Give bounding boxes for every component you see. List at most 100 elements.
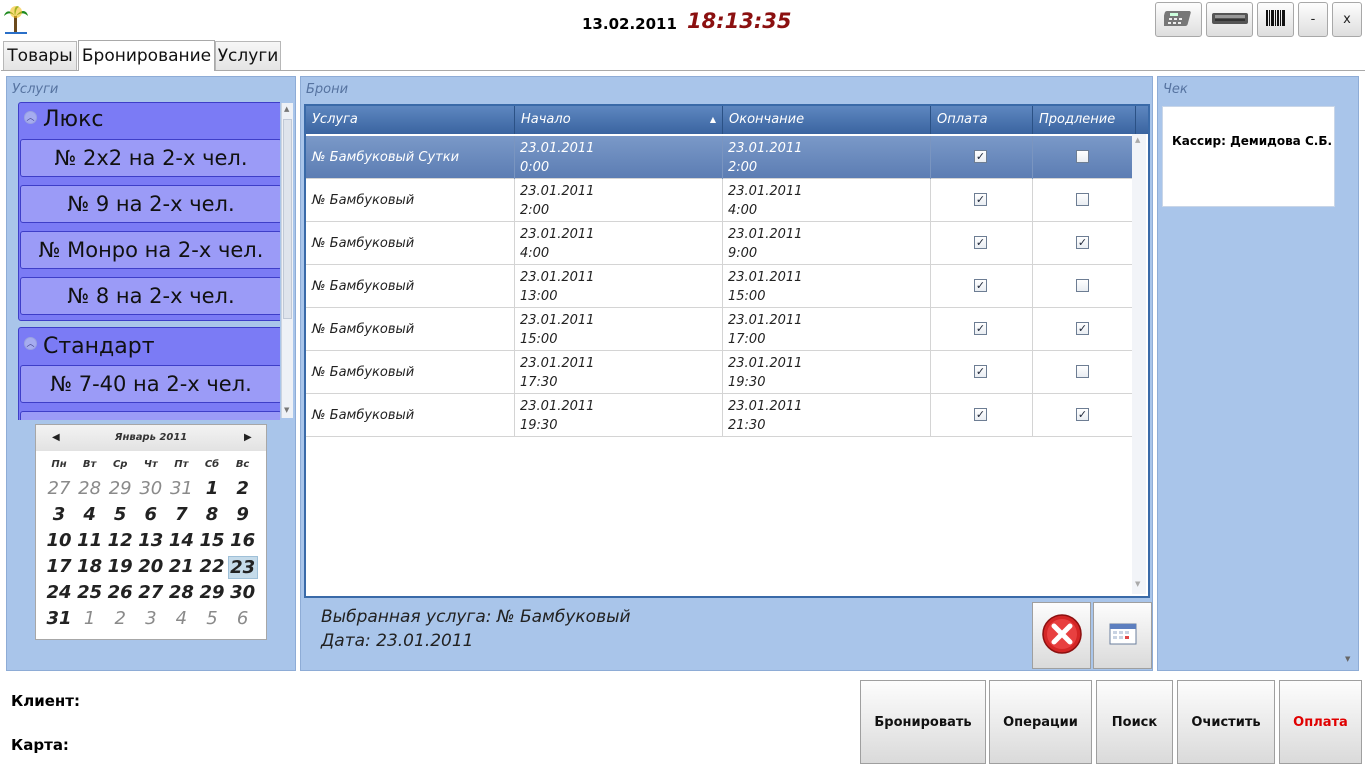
extended-checkbox[interactable] xyxy=(1076,279,1089,292)
service-item[interactable]: № 9 на 2-х чел. xyxy=(20,185,280,223)
next-month-icon[interactable]: ▶ xyxy=(244,432,252,443)
chevron-up-icon[interactable]: ︿ xyxy=(24,111,37,124)
operations-button[interactable]: Операции xyxy=(989,680,1092,764)
calendar-day[interactable]: 10 xyxy=(44,530,74,551)
calendar-day[interactable]: 4 xyxy=(166,608,196,629)
column-header-end[interactable]: Окончание xyxy=(723,106,931,134)
calendar-day[interactable]: 21 xyxy=(166,556,196,577)
tab-services[interactable]: Услуги xyxy=(215,41,281,70)
calendar-day[interactable]: 18 xyxy=(75,556,105,577)
calendar-day[interactable]: 6 xyxy=(136,504,166,525)
calendar-day[interactable]: 15 xyxy=(197,530,227,551)
extended-checkbox[interactable] xyxy=(1076,193,1089,206)
book-button[interactable]: Бронировать xyxy=(860,680,986,764)
table-row[interactable]: № Бамбуковый Сутки 23.01.2011 0:00 23.01.20… xyxy=(306,136,1136,179)
calendar-day[interactable]: 31 xyxy=(44,608,74,629)
column-header-start[interactable]: Начало ▲ xyxy=(515,106,723,134)
calendar-day[interactable]: 4 xyxy=(75,504,105,525)
extended-checkbox[interactable]: ✓ xyxy=(1076,236,1089,249)
calendar-day[interactable]: 7 xyxy=(166,504,196,525)
barcode-button[interactable] xyxy=(1257,2,1294,37)
calendar-day[interactable]: 1 xyxy=(197,478,227,499)
calendar-day[interactable]: 27 xyxy=(44,478,74,499)
calendar-day[interactable]: 9 xyxy=(228,504,258,525)
calendar-day[interactable]: 17 xyxy=(44,556,74,577)
service-item[interactable]: № Монро на 2-х чел. xyxy=(20,231,280,269)
close-button[interactable]: x xyxy=(1332,2,1362,37)
service-item[interactable]: № 7-40 на 2-х чел. xyxy=(20,365,280,403)
calendar-day[interactable]: 6 xyxy=(228,608,258,629)
column-header-paid[interactable]: Оплата xyxy=(931,106,1033,134)
calendar-day[interactable]: 24 xyxy=(44,582,74,603)
calendar-day[interactable]: 30 xyxy=(136,478,166,499)
calendar-day[interactable]: 20 xyxy=(136,556,166,577)
calendar-day[interactable]: 2 xyxy=(105,608,135,629)
service-item[interactable]: № 8 на 2-х чел. xyxy=(20,277,280,315)
calculator-button[interactable] xyxy=(1155,2,1202,37)
calendar-day[interactable]: 28 xyxy=(75,478,105,499)
calendar-day[interactable]: 16 xyxy=(228,530,258,551)
paid-checkbox[interactable]: ✓ xyxy=(974,150,987,163)
calendar-day[interactable]: 29 xyxy=(197,582,227,603)
calendar-day[interactable]: 12 xyxy=(105,530,135,551)
scroll-down-icon[interactable]: ▼ xyxy=(1345,655,1350,663)
tab-goods[interactable]: Товары xyxy=(3,41,77,70)
table-row[interactable]: № Бамбуковый 23.01.2011 2:00 23.01.2011 4:00… xyxy=(306,179,1136,222)
calendar-day[interactable]: 28 xyxy=(166,582,196,603)
calendar-day[interactable]: 3 xyxy=(44,504,74,525)
calendar-button[interactable] xyxy=(1093,602,1152,669)
calendar-day[interactable]: 5 xyxy=(105,504,135,525)
extended-checkbox[interactable]: ✓ xyxy=(1076,408,1089,421)
search-button[interactable]: Поиск xyxy=(1096,680,1173,764)
calendar-day[interactable]: 5 xyxy=(197,608,227,629)
services-scrollbar[interactable]: ▲ ▼ xyxy=(281,103,293,418)
calendar-day[interactable]: 26 xyxy=(105,582,135,603)
calendar-day[interactable]: 8 xyxy=(197,504,227,525)
extended-checkbox[interactable] xyxy=(1076,150,1089,163)
calendar-day[interactable]: 11 xyxy=(75,530,105,551)
calendar-day[interactable]: 22 xyxy=(197,556,227,577)
table-row[interactable]: № Бамбуковый 23.01.2011 13:00 23.01.2011 15:… xyxy=(306,265,1136,308)
scanner-button[interactable] xyxy=(1206,2,1253,37)
cell-extended xyxy=(1033,265,1136,308)
table-row[interactable]: № Бамбуковый 23.01.2011 15:00 23.01.2011 17:… xyxy=(306,308,1136,351)
calendar-day[interactable]: 23 xyxy=(227,556,258,579)
calendar-day[interactable]: 2 xyxy=(228,478,258,499)
paid-checkbox[interactable]: ✓ xyxy=(974,279,987,292)
table-row[interactable]: № Бамбуковый 23.01.2011 17:30 23.01.2011 19:… xyxy=(306,351,1136,394)
clear-button[interactable]: Очистить xyxy=(1177,680,1275,764)
cell-end-date: 23.01.2011 xyxy=(728,141,803,156)
paid-checkbox[interactable]: ✓ xyxy=(974,322,987,335)
paid-checkbox[interactable]: ✓ xyxy=(974,365,987,378)
calendar-day[interactable]: 19 xyxy=(105,556,135,577)
delete-booking-button[interactable] xyxy=(1032,602,1091,669)
paid-checkbox[interactable]: ✓ xyxy=(974,236,987,249)
minimize-button[interactable]: - xyxy=(1298,2,1328,37)
extended-checkbox[interactable]: ✓ xyxy=(1076,322,1089,335)
calendar-day[interactable]: 3 xyxy=(136,608,166,629)
tab-booking[interactable]: Бронирование xyxy=(78,40,215,71)
pay-button[interactable]: Оплата xyxy=(1279,680,1362,764)
calendar-day[interactable]: 14 xyxy=(166,530,196,551)
column-header-service[interactable]: Услуга xyxy=(306,106,515,134)
table-row[interactable]: № Бамбуковый 23.01.2011 19:30 23.01.2011 21:… xyxy=(306,394,1136,437)
calendar-day[interactable]: 27 xyxy=(136,582,166,603)
service-item[interactable]: № 2x2 на 2-х чел. xyxy=(20,139,280,177)
extended-checkbox[interactable] xyxy=(1076,365,1089,378)
chevron-up-icon[interactable]: ︿ xyxy=(24,337,37,350)
service-item[interactable] xyxy=(20,411,280,420)
paid-checkbox[interactable]: ✓ xyxy=(974,193,987,206)
weekday-label: Пт xyxy=(174,459,189,470)
grid-scrollbar[interactable]: ▲ ▼ xyxy=(1132,134,1146,594)
calendar-day[interactable]: 30 xyxy=(228,582,258,603)
prev-month-icon[interactable]: ◀ xyxy=(52,432,60,443)
calendar-day[interactable]: 31 xyxy=(166,478,196,499)
paid-checkbox[interactable]: ✓ xyxy=(974,408,987,421)
calendar-day[interactable]: 29 xyxy=(105,478,135,499)
column-header-extended[interactable]: Продление xyxy=(1033,106,1136,134)
calendar-day[interactable]: 1 xyxy=(75,608,105,629)
table-row[interactable]: № Бамбуковый 23.01.2011 4:00 23.01.2011 9:00… xyxy=(306,222,1136,265)
cell-end: 23.01.2011 2:00 xyxy=(723,136,931,179)
calendar-day[interactable]: 13 xyxy=(136,530,166,551)
calendar-day[interactable]: 25 xyxy=(75,582,105,603)
